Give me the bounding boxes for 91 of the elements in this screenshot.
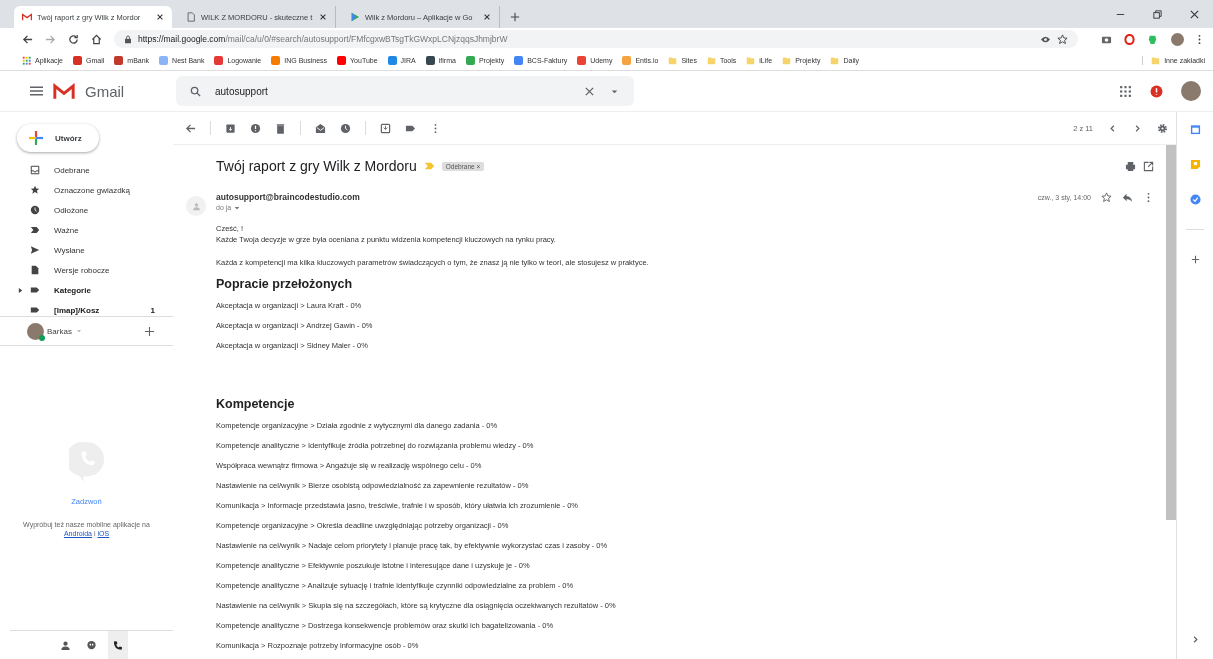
url-text: https://mail.google.com/mail/ca/u/0/#search/autosupport/FMfcgxwBTsgTkGWxpLCNjzqqsJhmjbrW (138, 34, 508, 44)
caret-icon (234, 204, 241, 211)
sender-email: autosupport@braincodestudio.com (216, 192, 360, 202)
phone-icon (112, 639, 123, 651)
folder-icon (830, 55, 840, 65)
folder-item[interactable]: Wysłane (0, 240, 173, 260)
star-icon[interactable] (1057, 33, 1068, 45)
folder-item[interactable]: Kategorie (0, 280, 173, 300)
avatar[interactable] (27, 322, 44, 340)
close-icon[interactable] (156, 13, 164, 21)
inbox-icon (30, 165, 40, 175)
folder-icon (782, 55, 792, 65)
folder-label: Wysłane (54, 245, 86, 255)
calendar-icon[interactable] (1189, 124, 1201, 135)
folder-label: Ważne (54, 225, 80, 235)
folder-item[interactable]: Odebrane (0, 160, 173, 180)
folder-item[interactable]: Oznaczone gwiazdką (0, 180, 173, 200)
section-heading: Kompetencje (216, 397, 296, 411)
plus-icon (29, 131, 43, 145)
mail-icon (22, 12, 32, 22)
restore-icon[interactable] (1152, 9, 1163, 20)
folder-label: Oznaczone gwiazdką (54, 185, 132, 195)
expand-arrow-icon[interactable] (18, 287, 23, 293)
plus-icon[interactable] (144, 325, 155, 337)
trash-icon[interactable] (275, 122, 286, 134)
play-triangle-icon (350, 12, 360, 22)
close-icon[interactable] (319, 13, 327, 21)
folder-item[interactable]: Odłożone (0, 200, 173, 220)
checkmark-circle-icon[interactable] (1189, 194, 1201, 205)
reload-icon[interactable] (68, 33, 79, 45)
settings-icon[interactable] (1157, 122, 1168, 134)
speech-bubble-icon (86, 639, 97, 651)
folder-icon (706, 55, 716, 65)
folder-item[interactable]: Wersje robocze (0, 260, 173, 280)
folder-label: Kategorie (54, 285, 92, 295)
person-icon (60, 639, 71, 651)
new-tab-icon[interactable] (510, 12, 520, 22)
section-heading: Popracie przełożonych (216, 277, 354, 291)
plus-icon[interactable] (1189, 254, 1201, 265)
envelope-icon[interactable] (315, 122, 326, 134)
search-value: autosupport (215, 85, 268, 97)
lock-icon (124, 34, 132, 44)
apps-grid-icon[interactable] (1119, 84, 1132, 98)
folder-icon (746, 55, 756, 65)
address-bar[interactable]: https://mail.google.com/mail/ca/u/0/#search/autosupport/FMfcgxwBTsgTkGWxpLCNjzqqsJhmjbrW (114, 30, 1078, 48)
clock-icon (30, 205, 40, 215)
move-to-icon[interactable] (380, 122, 391, 134)
mail-icon (53, 82, 75, 100)
spam-icon[interactable] (250, 122, 261, 134)
document-icon (186, 12, 196, 22)
folder-label: Odłożone (54, 205, 90, 215)
star-icon[interactable] (1101, 192, 1112, 203)
send-icon (30, 245, 40, 255)
folder-item[interactable]: [Imap]/Kosz 1 (0, 300, 173, 316)
reply-icon[interactable] (1122, 192, 1133, 203)
avatar[interactable] (1171, 32, 1184, 46)
notification-icon[interactable] (1150, 84, 1163, 98)
folder-icon (668, 55, 678, 65)
folder-count: 1 (150, 305, 155, 315)
person-icon (191, 201, 201, 211)
compose-button[interactable]: Utwórz (17, 124, 99, 152)
home-icon[interactable] (91, 33, 102, 45)
folder-label: Odebrane (54, 165, 91, 175)
avatar[interactable] (1181, 81, 1201, 101)
folder-item[interactable]: Ważne (0, 220, 173, 240)
hangouts-user[interactable]: Barkas (47, 326, 72, 336)
search-icon (190, 85, 201, 97)
back-arrow-icon[interactable] (22, 33, 33, 45)
document-icon (30, 265, 40, 275)
print-icon[interactable] (1125, 160, 1136, 172)
apps-grid-icon (22, 55, 31, 65)
folder-label: Wersje robocze (54, 265, 111, 275)
archive-icon[interactable] (225, 122, 236, 134)
star-icon (30, 185, 40, 195)
app-name: Gmail (85, 82, 125, 100)
online-status-icon (39, 334, 45, 341)
hangouts-tab[interactable] (107, 631, 128, 659)
email-subject: Twój raport z gry Wilk z Mordoru (216, 158, 417, 174)
clear-icon[interactable] (584, 85, 595, 97)
back-arrow-icon[interactable] (185, 122, 196, 134)
folder-label: [Imap]/Kosz (54, 305, 101, 315)
scrollbar-thumb[interactable] (1166, 145, 1176, 520)
menu-icon[interactable] (30, 86, 43, 96)
new-window-icon[interactable] (1143, 160, 1154, 172)
close-icon[interactable] (483, 13, 491, 21)
clock-icon[interactable] (340, 122, 351, 134)
close-icon[interactable] (1189, 9, 1200, 20)
search-field[interactable]: autosupport (176, 76, 634, 106)
folder-icon (1151, 55, 1161, 65)
importance-marker-icon[interactable] (423, 162, 435, 170)
label-arrow-icon (30, 225, 40, 235)
